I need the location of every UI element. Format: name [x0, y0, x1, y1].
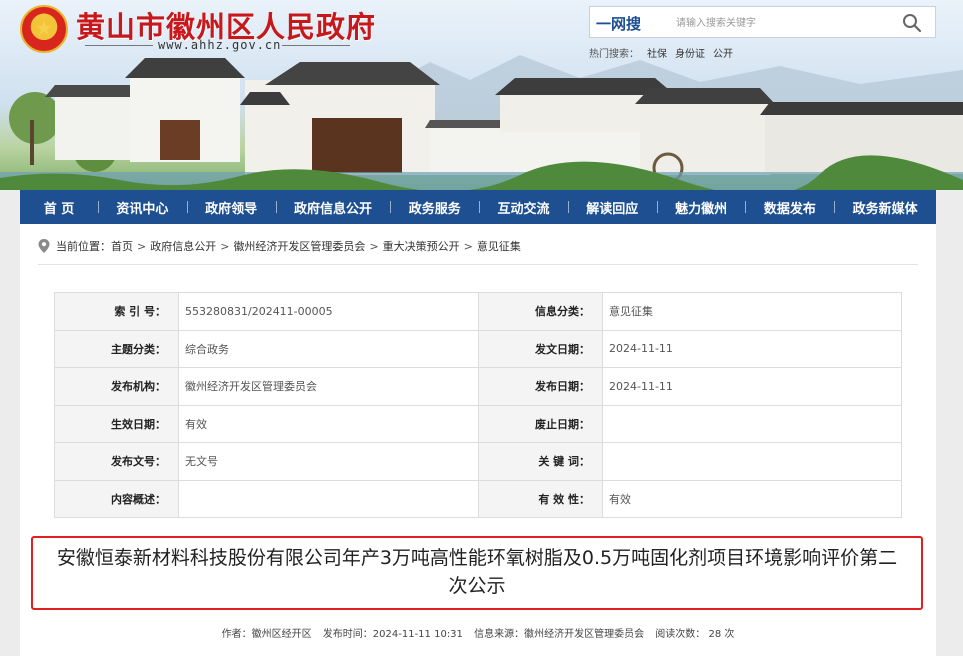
- hot-search-item[interactable]: 公开: [713, 49, 733, 60]
- meta-label: 生效日期：: [54, 404, 179, 443]
- meta-label: 信息分类：: [478, 292, 603, 331]
- meta-label: 索 引 号：: [54, 292, 179, 331]
- meta-value: 553280831/202411-00005: [178, 292, 479, 331]
- breadcrumb: 当前位置： 首页 > 政府信息公开 > 徽州经济开发区管理委员会 > 重大决策预…: [38, 238, 521, 254]
- meta-value: 有效: [602, 479, 902, 518]
- meta-label: 发文日期：: [478, 329, 603, 368]
- search-label: 一网搜: [596, 15, 642, 33]
- article-publish-time: 发布时间：2024-11-11 10:31: [322, 629, 463, 640]
- nav-item-home[interactable]: 首 页: [20, 198, 98, 217]
- breadcrumb-separator: >: [463, 239, 473, 253]
- search-input[interactable]: [676, 13, 876, 33]
- meta-label: 有 效 性：: [478, 479, 603, 518]
- meta-value: 意见征集: [602, 292, 902, 331]
- hot-search-item[interactable]: 身份证: [675, 49, 705, 60]
- breadcrumb-item[interactable]: 意见征集: [477, 238, 521, 254]
- nav-item-info-disclosure[interactable]: 政府信息公开: [275, 198, 391, 217]
- meta-label: 主题分类：: [54, 329, 179, 368]
- meta-value: 综合政务: [178, 329, 479, 368]
- url-divider-left: [85, 45, 153, 46]
- hot-search-label: 热门搜索：: [589, 49, 639, 60]
- meta-label: 发布日期：: [478, 367, 603, 406]
- site-url: www.ahhz.gov.cn: [158, 38, 282, 52]
- breadcrumb-item[interactable]: 徽州经济开发区管理委员会: [233, 238, 365, 254]
- article-title: 安徽恒泰新材料科技股份有限公司年产3万吨高性能环氧树脂及0.5万吨固化剂项目环境…: [31, 536, 923, 610]
- meta-value: [602, 442, 902, 481]
- nav-item-news[interactable]: 资讯中心: [98, 198, 187, 217]
- nav-item-charm-huizhou[interactable]: 魅力徽州: [656, 198, 746, 217]
- url-divider-right: [282, 45, 350, 46]
- search-icon[interactable]: [902, 13, 922, 33]
- document-meta-table: 索 引 号： 553280831/202411-00005 信息分类： 意见征集…: [54, 292, 902, 518]
- search-box: 一网搜: [589, 6, 936, 38]
- breadcrumb-item[interactable]: 政府信息公开: [150, 238, 216, 254]
- breadcrumb-separator: >: [220, 239, 230, 253]
- location-pin-icon: [38, 239, 50, 253]
- table-row: 发布文号： 无文号 关 键 词：: [54, 442, 902, 481]
- breadcrumb-item[interactable]: 重大决策预公开: [383, 238, 460, 254]
- table-row: 主题分类： 综合政务 发文日期： 2024-11-11: [54, 329, 902, 368]
- meta-label: 关 键 词：: [478, 442, 603, 481]
- article-byline: 作者：徽州区经开区 发布时间：2024-11-11 10:31 信息来源：徽州经…: [20, 625, 936, 640]
- meta-value: 2024-11-11: [602, 367, 902, 406]
- article-author: 作者：徽州区经开区: [221, 629, 312, 640]
- meta-label: 发布文号：: [54, 442, 179, 481]
- meta-value: 有效: [178, 404, 479, 443]
- hot-search: 热门搜索： 社保 身份证 公开: [589, 45, 741, 60]
- nav-item-interaction[interactable]: 互动交流: [479, 198, 568, 217]
- table-row: 索 引 号： 553280831/202411-00005 信息分类： 意见征集: [54, 292, 902, 331]
- meta-label: 内容概述：: [54, 479, 179, 518]
- article-view-count: 阅读次数： 28 次: [655, 629, 735, 640]
- breadcrumb-divider: [38, 264, 918, 265]
- main-nav: 首 页 资讯中心 政府领导 政府信息公开 政务服务 互动交流 解读回应 魅力徽州…: [20, 190, 936, 224]
- meta-value: 无文号: [178, 442, 479, 481]
- breadcrumb-separator: >: [137, 239, 147, 253]
- article-source: 信息来源：徽州经济开发区管理委员会: [474, 629, 645, 640]
- meta-value: 2024-11-11: [602, 329, 902, 368]
- meta-value: [602, 404, 902, 443]
- breadcrumb-prefix: 当前位置：: [56, 240, 111, 253]
- table-row: 内容概述： 有 效 性： 有效: [54, 479, 902, 518]
- meta-label: 废止日期：: [478, 404, 603, 443]
- table-row: 发布机构： 徽州经济开发区管理委员会 发布日期： 2024-11-11: [54, 367, 902, 406]
- breadcrumb-item[interactable]: 首页: [111, 238, 133, 254]
- page: 黄山市徽州区人民政府 www.ahhz.gov.cn 一网搜 热门搜索：社保身份…: [0, 0, 963, 656]
- main-content: 当前位置： 首页 > 政府信息公开 > 徽州经济开发区管理委员会 > 重大决策预…: [20, 224, 936, 656]
- table-row: 生效日期： 有效 废止日期：: [54, 404, 902, 443]
- nav-item-services[interactable]: 政务服务: [390, 198, 479, 217]
- breadcrumb-separator: >: [369, 239, 379, 253]
- nav-item-data-release[interactable]: 数据发布: [745, 198, 834, 217]
- meta-label: 发布机构：: [54, 367, 179, 406]
- nav-item-interpretation[interactable]: 解读回应: [567, 198, 657, 217]
- meta-value: 徽州经济开发区管理委员会: [178, 367, 479, 406]
- nav-item-new-media[interactable]: 政务新媒体: [834, 198, 936, 217]
- nav-item-leaders[interactable]: 政府领导: [186, 198, 276, 217]
- hot-search-item[interactable]: 社保: [647, 49, 667, 60]
- header-banner: 黄山市徽州区人民政府 www.ahhz.gov.cn 一网搜 热门搜索：社保身份…: [0, 0, 963, 190]
- national-emblem-icon: [20, 5, 68, 53]
- meta-value: [178, 479, 479, 518]
